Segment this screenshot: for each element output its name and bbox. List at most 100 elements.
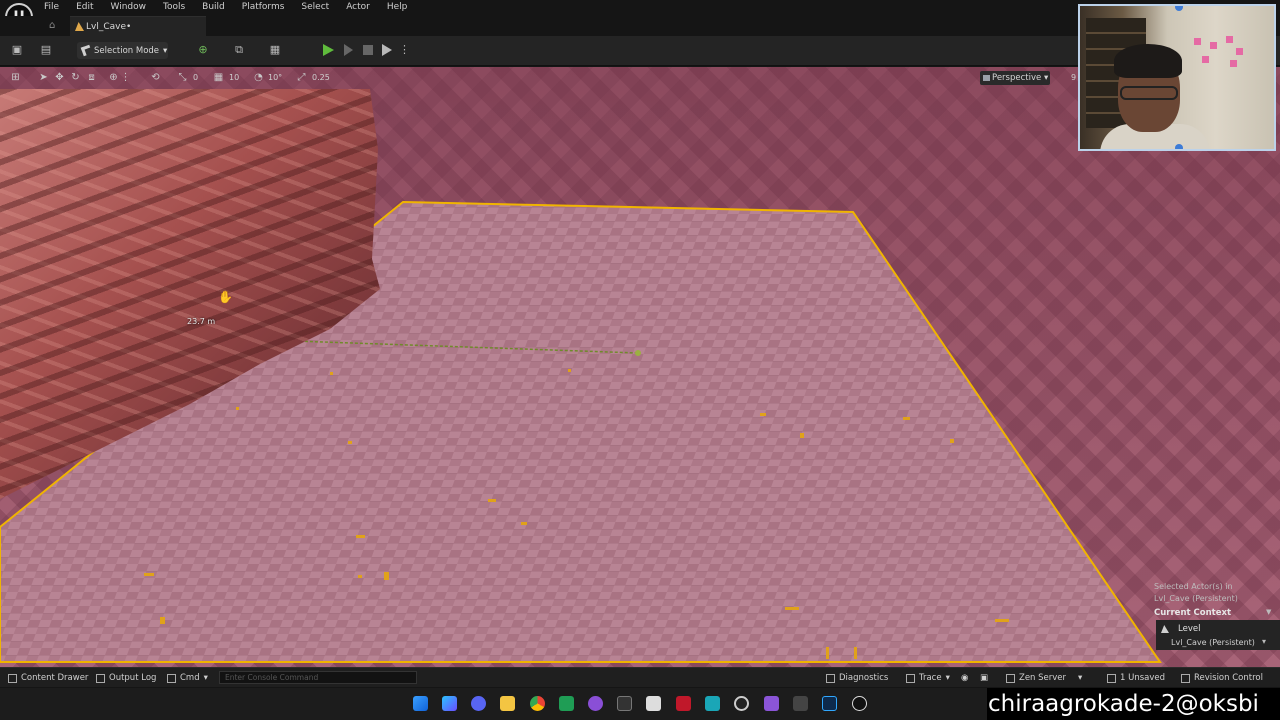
level-viewport[interactable]: 23.7 m ✋ ⊞ ➤ ✥ ↻ ⧈ ⊕ ⋮ ⟲ ⤡ 0 ▦ 10 ◔ 10° …	[0, 67, 1280, 667]
app-dark-icon[interactable]	[793, 696, 808, 711]
output-log-button[interactable]: Output Log	[96, 673, 156, 683]
chevron-down-icon[interactable]: ▾	[1262, 637, 1266, 646]
console-input[interactable]: Enter Console Command	[219, 671, 417, 684]
tab-lvl-cave[interactable]: Lvl_Cave•	[70, 16, 206, 36]
unsaved-button[interactable]: 1 Unsaved	[1107, 673, 1165, 683]
diagnostics-button[interactable]: Diagnostics	[826, 673, 888, 683]
cmd-dropdown[interactable]: Cmd ▾	[167, 673, 208, 683]
scale-tool-icon[interactable]: ⧈	[86, 72, 97, 83]
menu-window[interactable]: Window	[111, 2, 147, 12]
world-space-icon[interactable]: ⊕	[108, 72, 119, 83]
revision-control-label: Revision Control	[1194, 673, 1263, 683]
hand-cursor-icon: ✋	[218, 290, 233, 304]
unsaved-label: 1 Unsaved	[1120, 673, 1166, 683]
selected-line2: Lvl_Cave (Persistent)	[1154, 594, 1238, 603]
stop-icon[interactable]	[363, 45, 373, 55]
sheets-icon[interactable]	[559, 696, 574, 711]
chrome-icon[interactable]	[530, 696, 545, 711]
content-browser-icon[interactable]: ▤	[39, 43, 53, 57]
viewport-menu-icon[interactable]: ⊞	[10, 72, 21, 83]
chevron-down-icon: ▾	[945, 673, 950, 683]
terminal-icon[interactable]	[617, 696, 632, 711]
visual-studio-icon[interactable]	[764, 696, 779, 711]
grid-snap-value[interactable]: 10	[229, 73, 239, 82]
level-context-box[interactable]: Level Lvl_Cave (Persistent) ▾	[1156, 620, 1280, 650]
trace-button[interactable]: Trace ▾	[906, 673, 950, 683]
log-icon	[96, 673, 105, 683]
chevron-down-icon: ▾	[203, 673, 208, 683]
menu-select[interactable]: Select	[301, 2, 329, 12]
tab-title: Lvl_Cave•	[86, 21, 132, 32]
menu-tools[interactable]: Tools	[163, 2, 185, 12]
content-drawer-button[interactable]: Content Drawer	[8, 673, 88, 683]
diagnostics-icon	[826, 673, 835, 683]
menu-help[interactable]: Help	[387, 2, 408, 12]
level-icon	[75, 22, 84, 31]
trace-label: Trace	[919, 673, 942, 683]
drawer-icon	[8, 673, 17, 683]
selection-mode-dropdown[interactable]: Selection Mode ▾	[77, 42, 168, 59]
obs-icon[interactable]	[734, 696, 749, 711]
server-icon	[1006, 673, 1015, 683]
unsaved-icon	[1107, 673, 1116, 683]
collapse-icon[interactable]: ▼	[1266, 608, 1271, 616]
revision-control-button[interactable]: Revision Control	[1181, 673, 1263, 683]
app-red-icon[interactable]	[676, 696, 691, 711]
more-icon[interactable]: ⋮	[399, 43, 410, 57]
app-teal-icon[interactable]	[705, 696, 720, 711]
measure-end-point	[635, 350, 641, 356]
unreal-engine-icon[interactable]	[852, 696, 867, 711]
cinematics-icon[interactable]: ▦	[268, 43, 282, 57]
add-actor-icon[interactable]: ⊕	[196, 43, 210, 57]
menu-items: File Edit Window Tools Build Platforms S…	[44, 2, 407, 12]
scale-snap-value[interactable]: 0.25	[312, 73, 330, 82]
trace-icon	[906, 673, 915, 683]
chevron-down-icon: ▾	[1078, 673, 1083, 683]
github-desktop-icon[interactable]	[588, 696, 603, 711]
level-value[interactable]: Lvl_Cave (Persistent)	[1171, 638, 1255, 647]
select-tool-icon[interactable]: ➤	[38, 72, 49, 83]
eject-icon[interactable]	[382, 44, 392, 56]
file-explorer-icon[interactable]	[500, 696, 515, 711]
chevron-down-icon: ▾	[1043, 73, 1049, 83]
menu-build[interactable]: Build	[202, 2, 225, 12]
cursor-icon	[80, 44, 93, 57]
more-icon[interactable]: ⋮	[120, 72, 131, 83]
rotation-value[interactable]: 0	[193, 73, 198, 82]
translate-tool-icon[interactable]: ✥	[54, 72, 65, 83]
level-icon	[1161, 625, 1169, 633]
menu-file[interactable]: File	[44, 2, 59, 12]
rotation-snap-icon[interactable]: ◔	[253, 72, 264, 83]
level-label: Level	[1178, 624, 1201, 634]
viewport-extra-value[interactable]: 9	[1071, 73, 1076, 82]
menu-platforms[interactable]: Platforms	[242, 2, 285, 12]
copilot-icon[interactable]	[442, 696, 457, 711]
discord-icon[interactable]	[471, 696, 486, 711]
windows-start-icon[interactable]	[413, 696, 428, 711]
perspective-dropdown[interactable]: Perspective ▾	[980, 71, 1050, 85]
selected-actors-text: Selected Actor(s) in Lvl_Cave (Persisten…	[1154, 581, 1238, 605]
content-drawer-label: Content Drawer	[21, 673, 89, 683]
context-panel: Selected Actor(s) in Lvl_Cave (Persisten…	[1150, 578, 1280, 663]
app-icon[interactable]	[646, 696, 661, 711]
blueprint-icon[interactable]: ⧉	[232, 43, 246, 57]
zen-server-button[interactable]: Zen Server ▾	[1006, 673, 1082, 683]
rotate-tool-icon[interactable]: ↻	[70, 72, 81, 83]
step-icon[interactable]	[344, 44, 353, 56]
resize-handle-top[interactable]	[1175, 6, 1183, 11]
home-icon[interactable]: ⌂	[49, 20, 59, 31]
menu-actor[interactable]: Actor	[346, 2, 370, 12]
scale-snap-icon[interactable]: ⤢	[296, 72, 307, 83]
rotation-snap-value[interactable]: 10°	[268, 73, 282, 82]
surface-snap-icon[interactable]: ⟲	[150, 72, 161, 83]
rotation-toggle-icon[interactable]: ⤡	[177, 72, 188, 83]
menu-edit[interactable]: Edit	[76, 2, 93, 12]
grid-snap-icon[interactable]: ▦	[213, 72, 224, 83]
screenshot-icon[interactable]: ▣	[980, 673, 988, 683]
save-icon[interactable]: ▣	[10, 43, 24, 57]
record-icon[interactable]: ◉	[961, 673, 968, 683]
play-icon[interactable]	[323, 44, 334, 56]
resize-handle-bottom[interactable]	[1175, 144, 1183, 149]
photoshop-icon[interactable]	[822, 696, 837, 711]
sticky-notes-image	[1190, 34, 1250, 74]
